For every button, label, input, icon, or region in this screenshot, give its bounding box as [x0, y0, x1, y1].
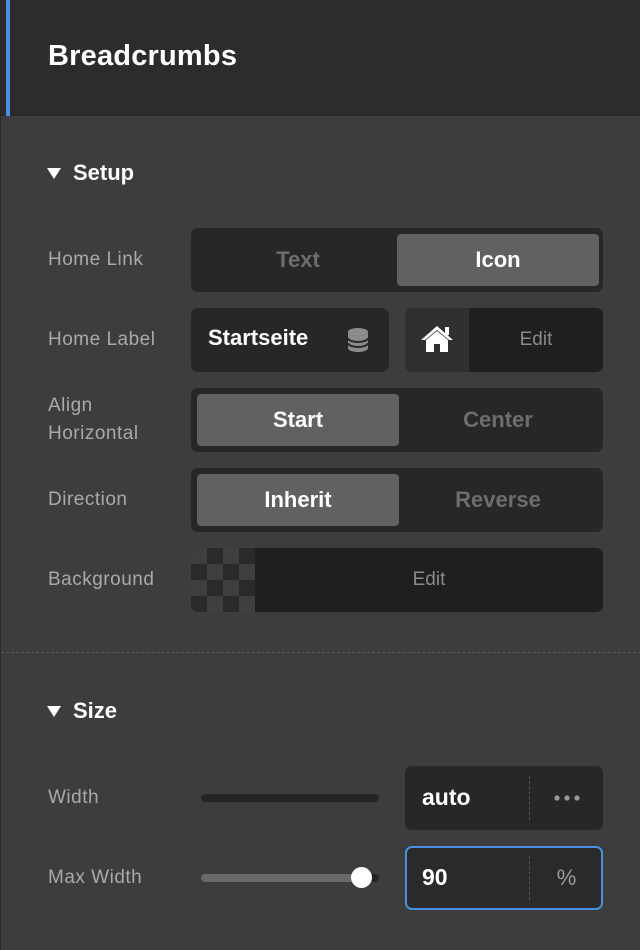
direction-segmented-control: Inherit Reverse — [191, 468, 603, 532]
max-width-input[interactable]: 90 % — [405, 846, 603, 910]
max-width-slider[interactable] — [201, 867, 379, 888]
background-swatch[interactable] — [191, 548, 255, 612]
align-horizontal-segmented-control: Start Center — [191, 388, 603, 452]
home-label-label: Home Label — [48, 329, 156, 350]
breadcrumbs-settings-panel: Breadcrumbs Setup Home Link Text Icon Ho… — [0, 0, 640, 950]
section-title-size: Size — [73, 698, 118, 723]
home-icon-preview — [405, 308, 469, 372]
home-link-option-icon[interactable]: Icon — [397, 234, 599, 286]
align-horizontal-label-line2: Horizontal — [48, 423, 139, 444]
caret-down-icon — [47, 167, 61, 179]
dynamic-data-icon[interactable] — [347, 327, 369, 358]
section-divider — [1, 652, 640, 653]
home-label-value: Startseite — [208, 325, 309, 350]
width-input[interactable]: auto — [405, 766, 603, 830]
direction-option-inherit[interactable]: Inherit — [197, 474, 399, 526]
home-icon-picker[interactable]: Edit — [405, 308, 603, 372]
home-icon-edit-button[interactable]: Edit — [469, 308, 603, 372]
background-label: Background — [48, 569, 155, 590]
panel-title: Breadcrumbs — [48, 40, 238, 72]
home-link-segmented-control: Text Icon — [191, 228, 603, 292]
align-option-start[interactable]: Start — [197, 394, 399, 446]
background-edit-button[interactable]: Edit — [255, 548, 603, 612]
header-accent-bar — [6, 0, 10, 116]
background-picker[interactable]: Edit — [191, 548, 603, 612]
max-width-slider-fill — [201, 874, 362, 882]
caret-down-icon — [47, 705, 61, 717]
home-link-label: Home Link — [48, 249, 144, 270]
home-icon — [421, 326, 453, 352]
max-width-unit[interactable]: % — [530, 846, 603, 910]
home-label-input[interactable]: Startseite — [191, 308, 389, 372]
max-width-slider-thumb[interactable] — [351, 867, 373, 888]
width-slider[interactable] — [201, 794, 379, 802]
section-toggle-size[interactable]: Size — [47, 698, 117, 724]
align-horizontal-label: Align Horizontal — [48, 392, 139, 448]
direction-option-reverse[interactable]: Reverse — [397, 474, 599, 526]
panel-header: Breadcrumbs — [1, 0, 640, 116]
more-dots-icon[interactable] — [530, 766, 603, 830]
max-width-value: 90 — [422, 864, 448, 890]
align-horizontal-label-line1: Align — [48, 395, 93, 416]
section-title-setup: Setup — [73, 160, 135, 185]
width-label: Width — [48, 787, 100, 808]
section-toggle-setup[interactable]: Setup — [47, 160, 134, 186]
align-option-center[interactable]: Center — [397, 394, 599, 446]
direction-label: Direction — [48, 489, 128, 510]
width-value: auto — [422, 784, 471, 810]
max-width-label: Max Width — [48, 867, 143, 888]
home-link-option-text[interactable]: Text — [197, 234, 399, 286]
